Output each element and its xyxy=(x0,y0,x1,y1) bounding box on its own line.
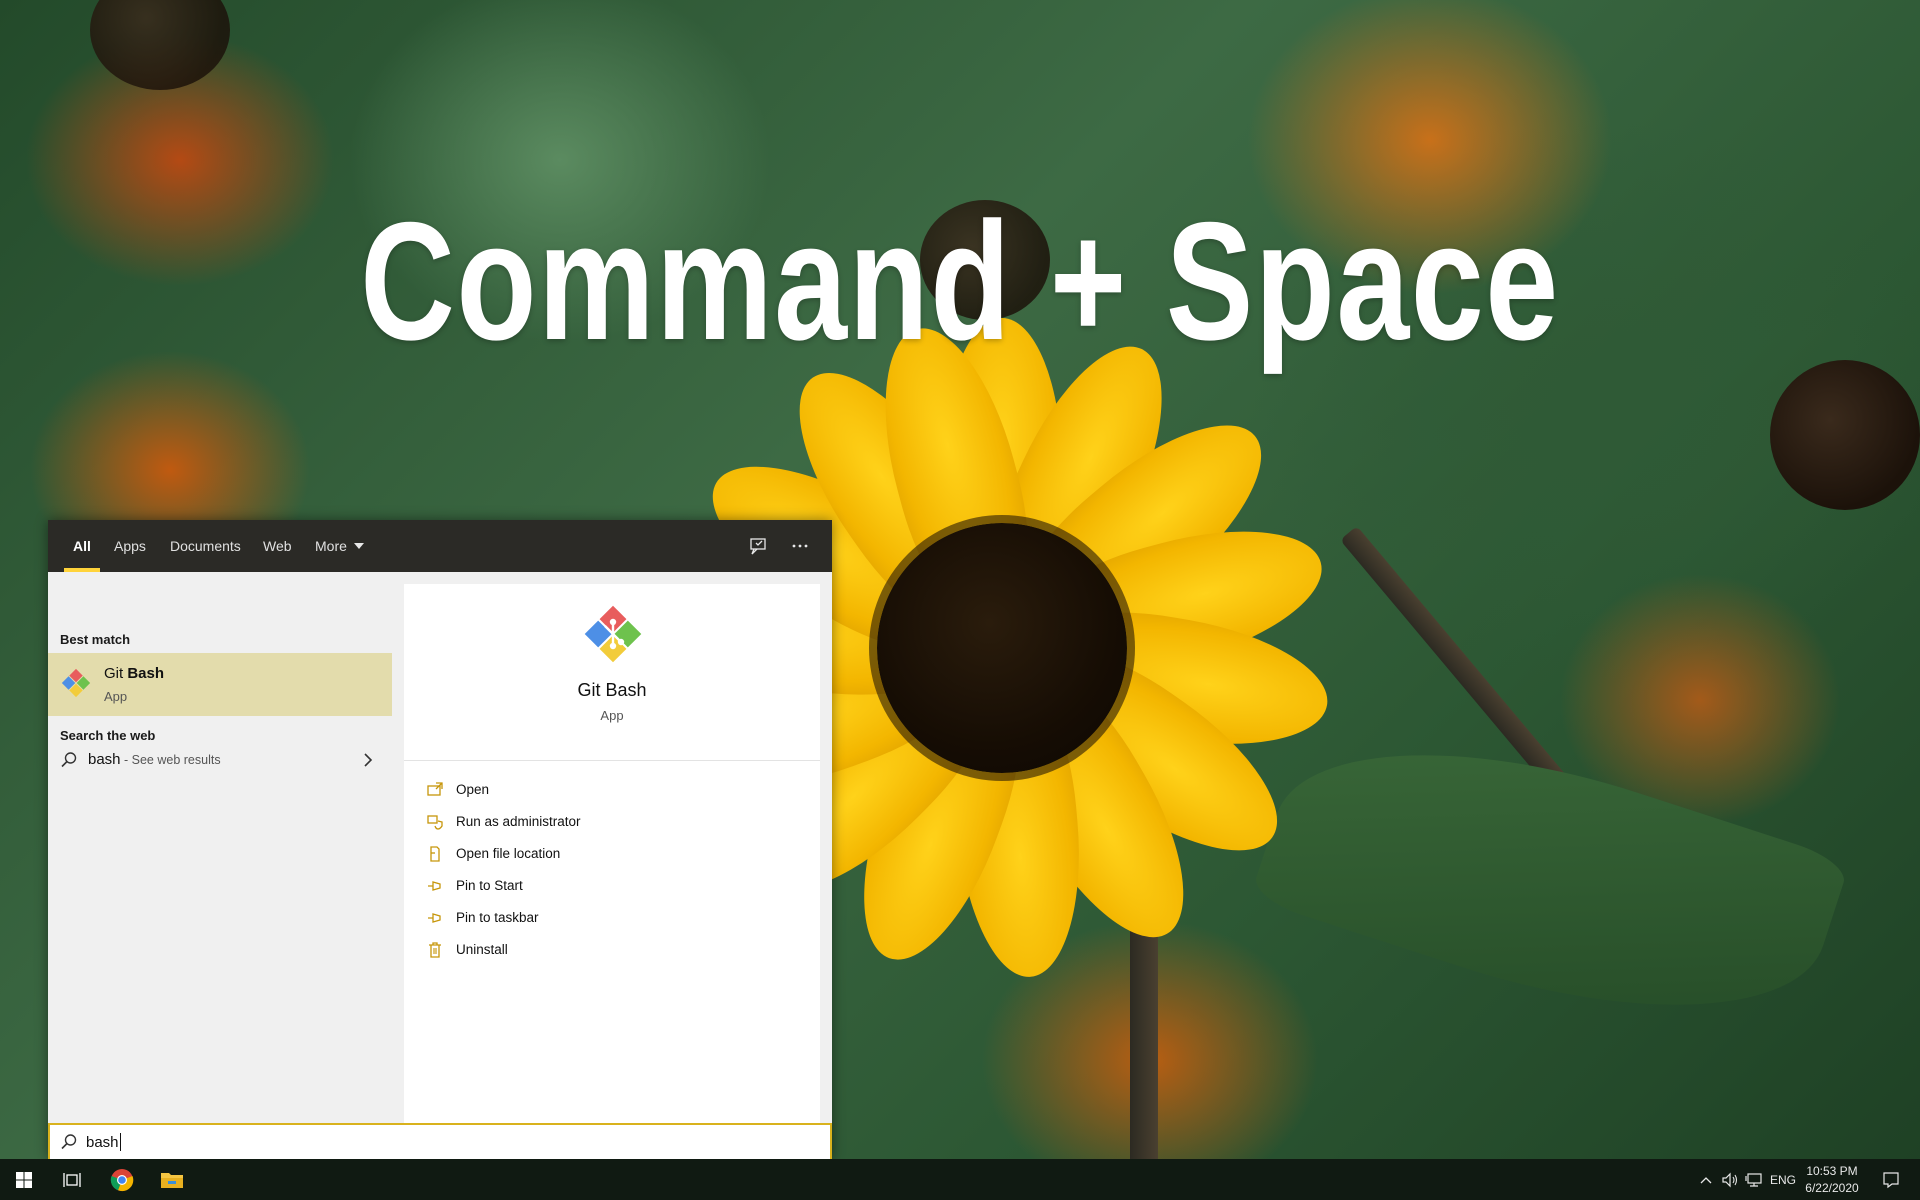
leaf xyxy=(1249,688,1851,1072)
git-bash-icon xyxy=(584,605,642,663)
tab-web[interactable]: Web xyxy=(263,520,292,572)
start-button[interactable] xyxy=(0,1159,48,1200)
tab-more-label: More xyxy=(315,538,347,554)
start-icon xyxy=(16,1171,32,1188)
action-label: Pin to taskbar xyxy=(456,910,539,925)
clock-time: 10:53 PM xyxy=(1806,1164,1858,1178)
notification-icon xyxy=(1883,1171,1899,1188)
search-icon xyxy=(61,1134,77,1150)
text-cursor xyxy=(120,1133,121,1151)
clock[interactable]: 10:53 PM 6/22/2020 xyxy=(1800,1163,1864,1197)
tab-all[interactable]: All xyxy=(64,520,100,572)
chrome-taskbar-button[interactable] xyxy=(98,1159,146,1200)
task-view-icon xyxy=(63,1172,81,1187)
action-label: Uninstall xyxy=(456,942,508,957)
feedback-icon[interactable] xyxy=(746,534,770,558)
search-icon xyxy=(61,752,77,768)
action-label: Open xyxy=(456,782,490,797)
volume-icon xyxy=(1722,1172,1738,1187)
task-view-button[interactable] xyxy=(48,1159,96,1200)
action-center-button[interactable] xyxy=(1874,1159,1908,1200)
action-open[interactable]: Open xyxy=(404,774,820,806)
overlay-title: Command + Space xyxy=(360,187,1560,375)
chrome-icon xyxy=(110,1168,134,1191)
action-uninstall[interactable]: Uninstall xyxy=(404,934,820,966)
search-input[interactable] xyxy=(86,1129,806,1155)
best-match-result[interactable]: Git Bash App xyxy=(48,653,392,716)
volume-button[interactable] xyxy=(1718,1159,1742,1200)
app-details-header: Git Bash App xyxy=(404,584,820,761)
tab-more[interactable]: More xyxy=(315,520,364,572)
network-icon xyxy=(1745,1172,1762,1187)
flower-bud xyxy=(90,0,230,90)
taskbar: ENG 10:53 PM 6/22/2020 xyxy=(0,1159,1920,1200)
action-pin-to-taskbar[interactable]: Pin to taskbar xyxy=(404,902,820,934)
action-label: Open file location xyxy=(456,846,561,861)
more-options-icon[interactable] xyxy=(788,534,812,558)
git-bash-icon xyxy=(61,668,91,698)
action-run-as-administrator[interactable]: Run as administrator xyxy=(404,806,820,838)
show-hidden-icons-button[interactable] xyxy=(1694,1159,1718,1200)
search-box[interactable] xyxy=(48,1123,832,1161)
open-icon xyxy=(427,782,443,796)
results-list: Best match Git Bash App Search the web b… xyxy=(48,572,392,1123)
search-web-heading: Search the web xyxy=(60,728,156,743)
action-pin-to-start[interactable]: Pin to Start xyxy=(404,870,820,902)
tab-documents[interactable]: Documents xyxy=(170,520,241,572)
clock-date: 6/22/2020 xyxy=(1805,1181,1859,1195)
tab-apps[interactable]: Apps xyxy=(114,520,146,572)
shield-icon xyxy=(427,815,443,830)
app-details-name: Git Bash xyxy=(577,680,647,700)
action-label: Run as administrator xyxy=(456,814,581,829)
web-search-result[interactable]: bash - See web results xyxy=(48,742,392,778)
action-open-file-location[interactable]: Open file location xyxy=(404,838,820,870)
file-explorer-taskbar-button[interactable] xyxy=(148,1159,196,1200)
best-match-type: App xyxy=(104,689,128,704)
file-explorer-icon xyxy=(161,1172,183,1188)
web-search-term: bash - See web results xyxy=(88,751,221,768)
flower-bud xyxy=(1770,360,1920,510)
app-details-type: App xyxy=(600,708,624,723)
trash-icon xyxy=(429,942,441,958)
caret-down-icon xyxy=(353,543,364,549)
language-indicator[interactable]: ENG xyxy=(1766,1159,1800,1200)
chevron-up-icon xyxy=(1700,1176,1712,1183)
search-scope-bar: All Apps Documents Web More xyxy=(48,520,832,572)
file-location-icon xyxy=(430,846,440,862)
app-details-pane: Git Bash App Open Run as administrator O… xyxy=(404,584,820,1123)
windows-search-panel: All Apps Documents Web More Best match G xyxy=(48,520,832,1161)
network-button[interactable] xyxy=(1742,1159,1766,1200)
action-label: Pin to Start xyxy=(456,878,523,893)
pin-icon xyxy=(428,881,441,891)
best-match-name: Git Bash xyxy=(104,665,165,682)
best-match-heading: Best match xyxy=(60,632,131,647)
chevron-right-icon[interactable] xyxy=(362,752,374,768)
pin-icon xyxy=(428,913,441,923)
